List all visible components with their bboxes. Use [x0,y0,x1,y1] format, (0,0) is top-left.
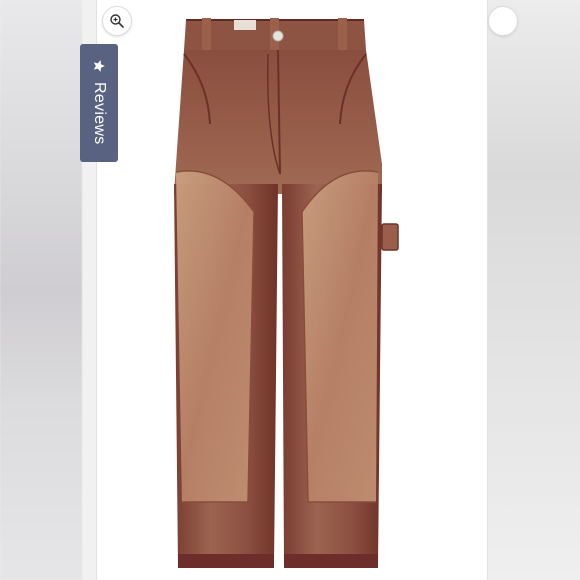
product-image[interactable] [150,14,410,580]
zoom-button[interactable] [102,6,132,36]
zoom-in-icon [110,14,124,28]
reviews-tab-label: Reviews [91,82,108,145]
blurred-background-right [486,0,580,580]
star-icon [91,58,107,74]
blurred-background-left [0,0,82,580]
product-viewer: Reviews [0,0,580,580]
next-image-button[interactable] [488,6,518,36]
reviews-tab[interactable]: Reviews [80,44,118,162]
